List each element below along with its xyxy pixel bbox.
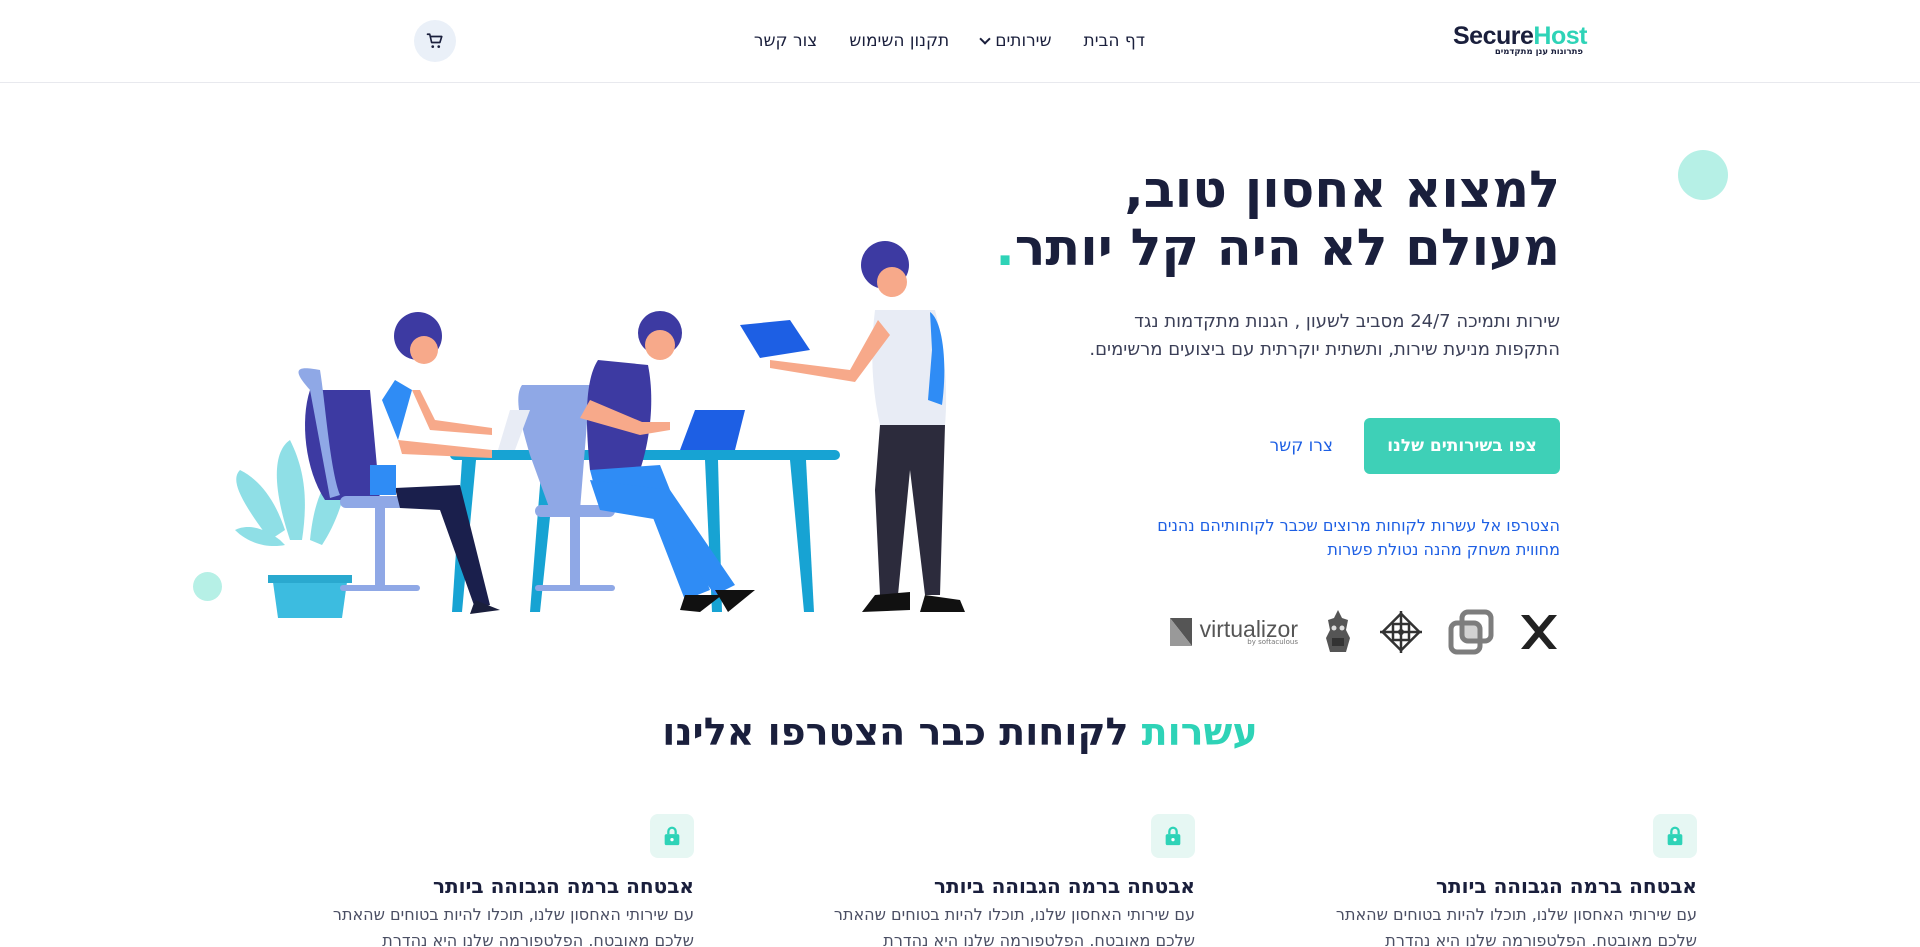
chevron-down-icon — [979, 32, 991, 45]
layers-logo-icon — [1448, 609, 1494, 655]
feature-text: עם שירותי האחסון שלנו, תוכלו להיות בטוחי… — [1335, 905, 1697, 947]
section-title: עשרות לקוחות כבר הצטרפו אלינו — [0, 710, 1920, 754]
hero-title-line2: מעולם לא היה קל יותר — [1014, 219, 1560, 278]
hero-title: למצוא אחסון טוב, מעולם לא היה קל יותר. — [940, 162, 1560, 278]
logo-word-accent: Host — [1533, 22, 1587, 50]
section-title-rest: לקוחות כבר הצטרפו אלינו — [662, 710, 1142, 754]
team-working-illustration — [235, 241, 965, 618]
nav-item-services[interactable]: שירותים — [979, 31, 1052, 51]
nav-item-contact[interactable]: צור קשר — [754, 31, 817, 51]
feature-title: אבטחה ברמה הגבוהה ביותר — [1435, 874, 1697, 898]
cart-icon — [426, 33, 443, 48]
main-nav: דף הבית שירותים תקנון השימוש צור קשר — [754, 28, 1145, 54]
hero-title-line1: למצוא אחסון טוב, — [1124, 161, 1560, 220]
man-sitting-figure — [580, 311, 755, 612]
contact-us-link[interactable]: צרו קשר — [1270, 418, 1333, 474]
woman-figure — [370, 312, 530, 614]
site-header: SecureHost פתרונות ענן מתקדמים דף הבית ש… — [0, 0, 1920, 83]
view-services-button[interactable]: צפו בשירותים שלנו — [1364, 418, 1560, 474]
lock-icon — [650, 814, 694, 858]
nav-item-terms[interactable]: תקנון השימוש — [849, 31, 949, 51]
partner-logos: virtualizor by softaculous — [1168, 608, 1560, 656]
nav-item-services-label: שירותים — [995, 31, 1052, 51]
feature-title: אבטחה ברמה הגבוהה ביותר — [933, 874, 1195, 898]
feature-text: עם שירותי האחסון שלנו, תוכלו להיות בטוחי… — [332, 905, 694, 947]
feature-text: עם שירותי האחסון שלנו, תוכלו להיות בטוחי… — [833, 905, 1195, 947]
virtualizor-logo-icon: virtualizor by softaculous — [1168, 616, 1298, 648]
knight-logo-icon — [1322, 608, 1354, 656]
logo-word-dark: Secure — [1453, 22, 1534, 50]
decor-circle-top — [1678, 150, 1728, 200]
feature-title: אבטחה ברמה הגבוהה ביותר — [432, 874, 694, 898]
x-logo-icon — [1518, 612, 1560, 652]
cart-button[interactable] — [414, 20, 456, 62]
logo-wordmark: SecureHost — [1453, 22, 1587, 50]
section-title-accent: עשרות — [1141, 710, 1258, 754]
decor-circle-left — [193, 572, 222, 601]
nav-item-home[interactable]: דף הבית — [1084, 31, 1145, 51]
hero-subtitle: שירות ותמיכה 24/7 מסביב לשעון , הגנות מת… — [1089, 311, 1560, 360]
centos-logo-icon — [1378, 609, 1424, 655]
virtualizor-name: virtualizor — [1199, 616, 1298, 642]
securehost-logo[interactable]: SecureHost פתרונות ענן מתקדמים — [1453, 22, 1587, 57]
man-standing-figure — [740, 241, 965, 612]
hero-title-dot: . — [995, 219, 1015, 278]
join-customers-link[interactable]: הצטרפו אל עשרות לקוחות מרוצים שכבר לקוחו… — [1140, 514, 1560, 562]
lock-icon — [1653, 814, 1697, 858]
lock-icon — [1151, 814, 1195, 858]
